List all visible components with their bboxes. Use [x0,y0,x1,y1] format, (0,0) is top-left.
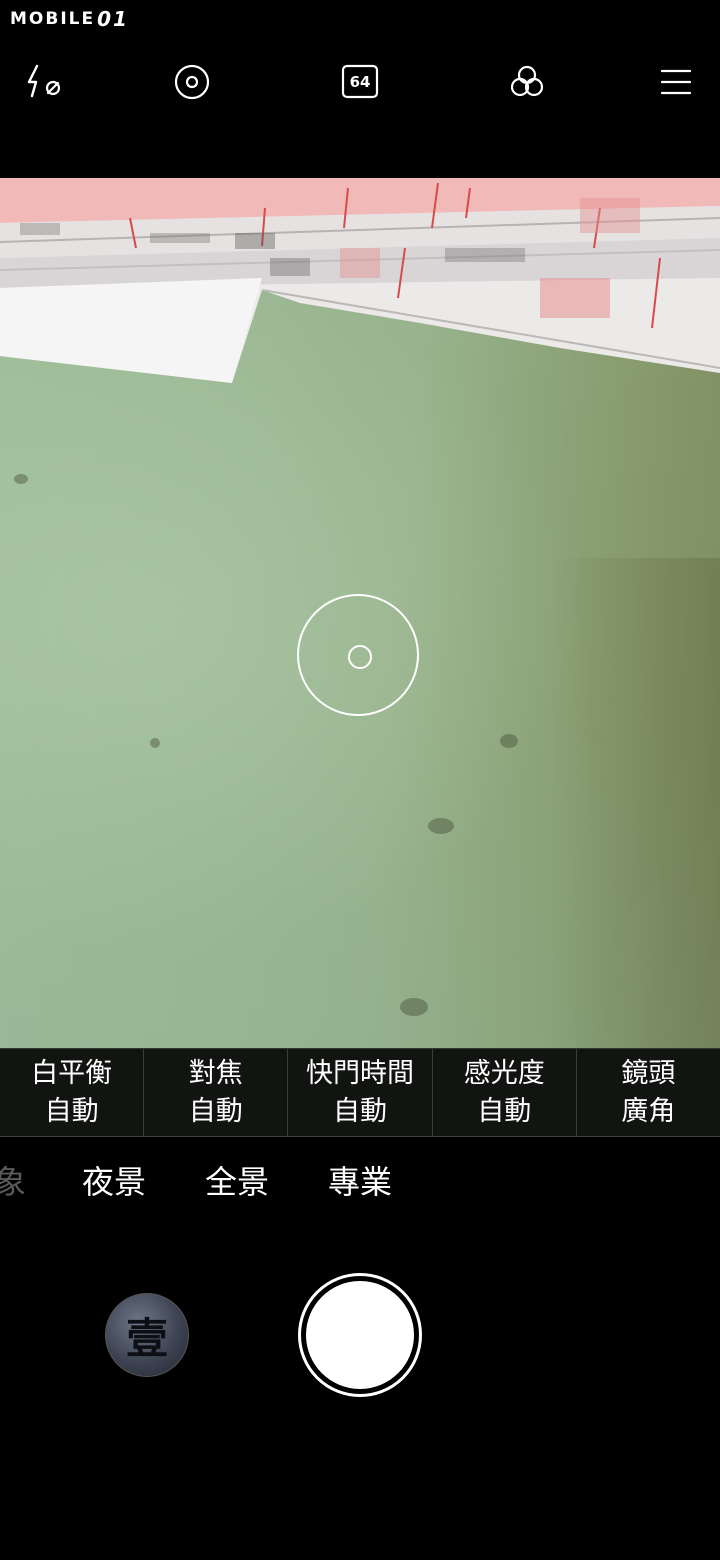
live-photo-icon[interactable] [162,52,222,112]
setting-value: 廣角 [621,1095,676,1127]
paper-stack-scene [0,178,720,383]
watermark-logo: MOBILE 01 [10,4,129,34]
watermark-suffix: 01 [97,7,129,31]
surface-spot [400,998,428,1016]
mode-selector: 象 夜景 全景 專業 [0,1152,720,1212]
camera-screen: MOBILE 01 64 白平衡 自動 對焦 自動 快門時間 自動 感光度 自動… [0,0,720,1560]
surface-spot [500,734,518,748]
setting-name: 感光度 [463,1057,545,1089]
iso-setting[interactable]: 感光度 自動 [433,1049,577,1136]
filter-icon[interactable] [497,52,557,112]
surface-spot [150,738,160,748]
setting-value: 自動 [333,1095,387,1127]
top-toolbar: 64 [0,52,720,112]
watermark-text: MOBILE [10,9,96,29]
setting-value: 自動 [477,1095,532,1127]
gallery-thumbnail[interactable]: 壹 [105,1293,189,1377]
thumbnail-text: 壹 [125,1313,168,1363]
mode-pro[interactable]: 專業 [328,1152,392,1212]
focus-center-dot [348,645,372,669]
flash-off-icon[interactable] [14,52,74,112]
shutter-inner [306,1281,414,1389]
focus-setting[interactable]: 對焦 自動 [144,1049,289,1136]
shutter-speed-setting[interactable]: 快門時間 自動 [288,1049,433,1136]
setting-value: 自動 [188,1095,243,1127]
menu-icon[interactable] [646,52,706,112]
shutter-button[interactable] [298,1273,422,1397]
pro-settings-strip: 白平衡 自動 對焦 自動 快門時間 自動 感光度 自動 鏡頭 廣角 [0,1048,720,1137]
lens-setting[interactable]: 鏡頭 廣角 [577,1049,720,1136]
setting-value: 自動 [44,1095,99,1127]
setting-name: 鏡頭 [621,1057,676,1089]
surface-spot [14,474,28,484]
setting-name: 白平衡 [31,1057,113,1089]
mode-panorama[interactable]: 全景 [205,1152,269,1212]
setting-name: 快門時間 [306,1057,414,1089]
mode-portrait[interactable]: 象 [0,1152,26,1212]
viewfinder-shadow [550,558,720,1048]
surface-spot [428,818,454,834]
camera-viewfinder[interactable] [0,178,720,1048]
white-balance-setting[interactable]: 白平衡 自動 [0,1049,145,1136]
setting-name: 對焦 [188,1057,243,1089]
mode-night[interactable]: 夜景 [82,1152,146,1212]
resolution-64mp-icon[interactable]: 64 [330,52,390,112]
